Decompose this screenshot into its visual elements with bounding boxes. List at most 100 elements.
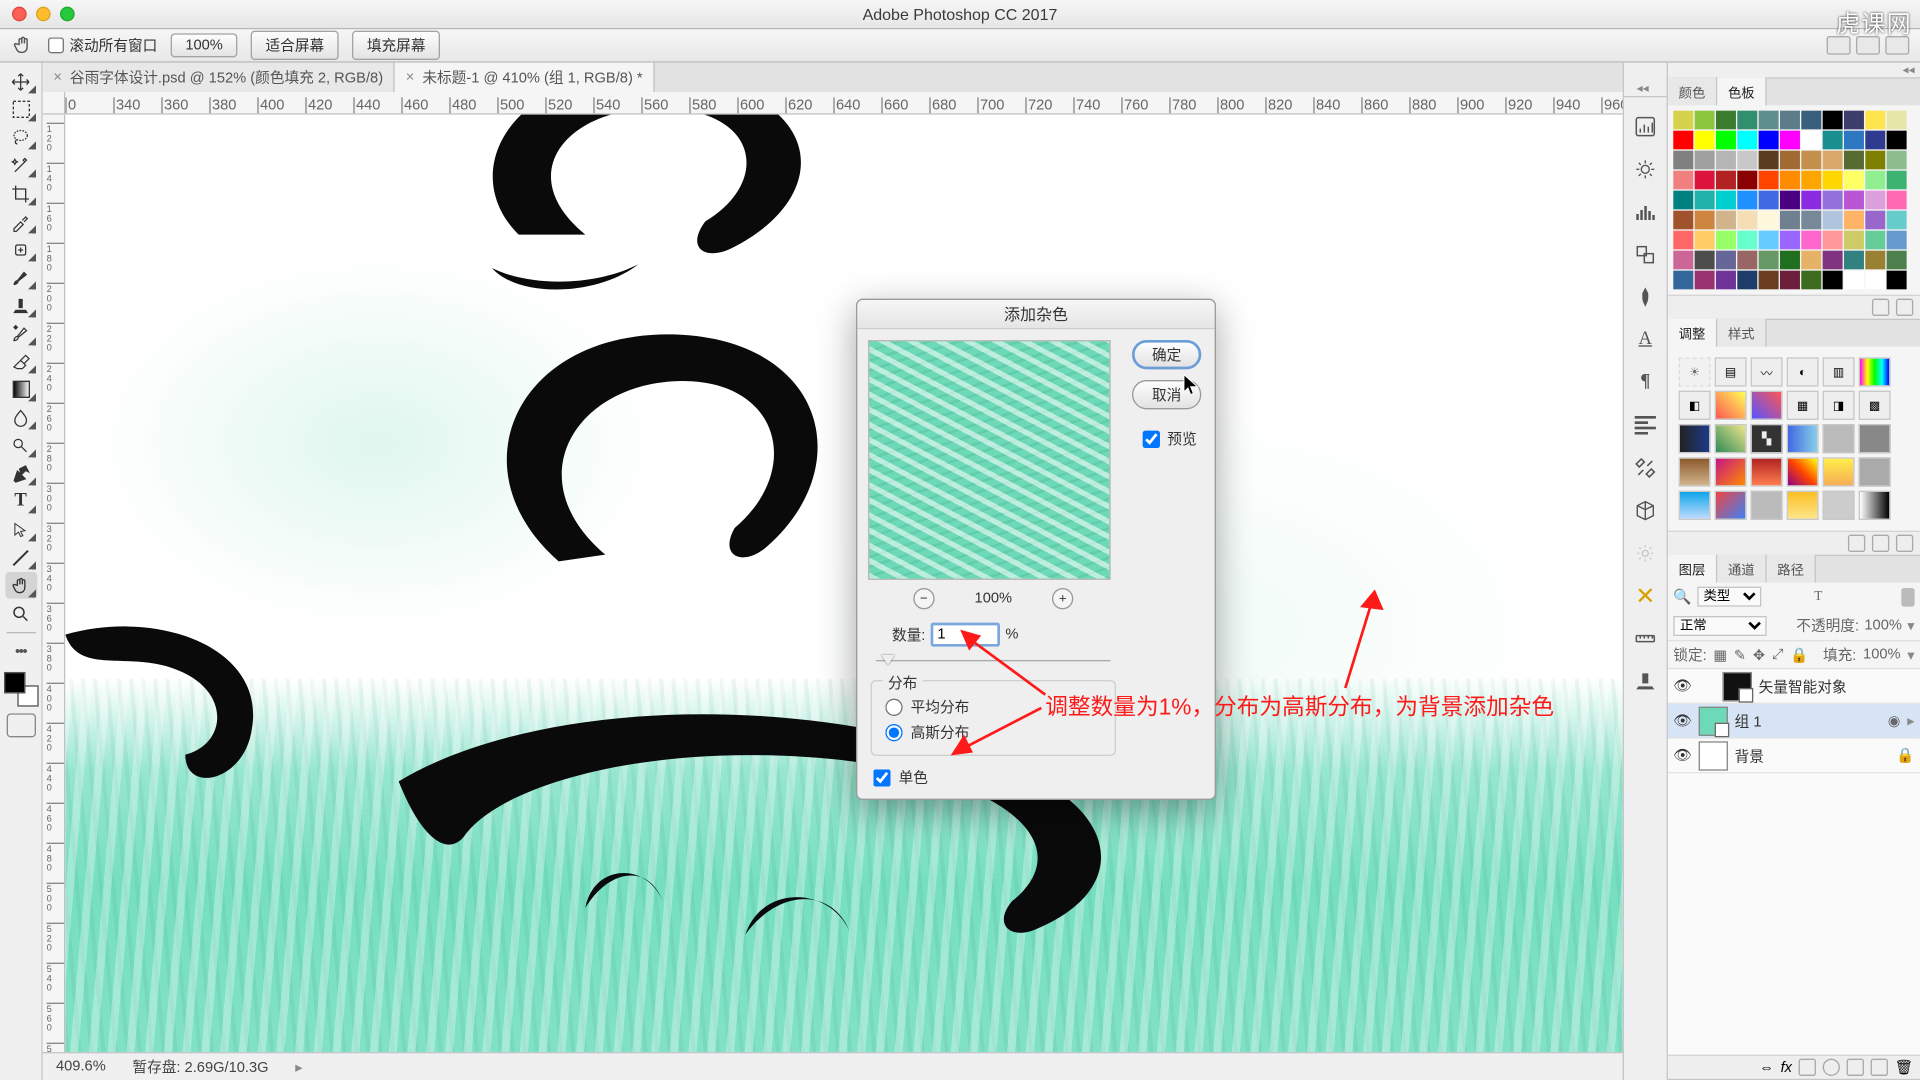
layers-tab[interactable]: 图层 xyxy=(1668,555,1717,583)
adj-grad[interactable] xyxy=(1715,424,1747,453)
swatch[interactable] xyxy=(1865,131,1885,150)
adj-sel[interactable]: ▚ xyxy=(1751,424,1783,453)
smart-filter-icon[interactable]: ◉ xyxy=(1888,712,1901,729)
swatch[interactable] xyxy=(1737,231,1757,250)
swatch[interactable] xyxy=(1844,211,1864,230)
swatch[interactable] xyxy=(1673,271,1693,290)
swatch[interactable] xyxy=(1673,111,1693,130)
swatch[interactable] xyxy=(1695,111,1715,130)
swatch[interactable] xyxy=(1887,151,1907,170)
swatch[interactable] xyxy=(1865,111,1885,130)
dock-cancel-icon[interactable]: ✕ xyxy=(1632,583,1659,610)
dock-3d-icon[interactable] xyxy=(1632,497,1659,524)
adj-r4c6[interactable] xyxy=(1859,457,1891,486)
swatch[interactable] xyxy=(1801,251,1821,270)
swatch[interactable] xyxy=(1801,111,1821,130)
panels-collapse-icon[interactable]: ◂◂ xyxy=(1668,63,1920,79)
swatch[interactable] xyxy=(1695,251,1715,270)
delete-layer-icon[interactable]: 🗑 xyxy=(1895,1059,1914,1076)
swatch[interactable] xyxy=(1716,171,1736,190)
swatch[interactable] xyxy=(1865,171,1885,190)
swatch[interactable] xyxy=(1865,271,1885,290)
swatch[interactable] xyxy=(1673,191,1693,210)
layer-row-group-1[interactable]: 👁 组 1 ◉ ▸ xyxy=(1668,704,1920,739)
swatch[interactable] xyxy=(1737,251,1757,270)
gradient-tool[interactable] xyxy=(5,376,37,403)
swatch[interactable] xyxy=(1887,111,1907,130)
swatch[interactable] xyxy=(1716,211,1736,230)
swatch[interactable] xyxy=(1716,191,1736,210)
swatch[interactable] xyxy=(1716,151,1736,170)
adj-foot-icon-1[interactable] xyxy=(1848,535,1865,552)
foreground-background-colors[interactable] xyxy=(3,672,38,707)
dialog-preview[interactable] xyxy=(868,340,1111,580)
adj-lookup[interactable]: ▦ xyxy=(1787,391,1819,420)
healing-brush-tool[interactable] xyxy=(5,236,37,263)
layer-mask-icon[interactable] xyxy=(1799,1059,1816,1076)
dock-histogram-icon[interactable] xyxy=(1632,113,1659,140)
swatch[interactable] xyxy=(1823,171,1843,190)
swatch[interactable] xyxy=(1844,271,1864,290)
adj-r4c4[interactable] xyxy=(1787,457,1819,486)
close-window-button[interactable] xyxy=(12,7,27,22)
swatch[interactable] xyxy=(1695,171,1715,190)
edit-toolbar-button[interactable]: ••• xyxy=(5,639,37,666)
filter-pixel-icon[interactable] xyxy=(1766,587,1785,606)
swatch[interactable] xyxy=(1844,251,1864,270)
adj-r5c6[interactable] xyxy=(1859,491,1891,520)
swatch[interactable] xyxy=(1780,131,1800,150)
adj-bw[interactable]: ◧ xyxy=(1679,391,1711,420)
swatch[interactable] xyxy=(1887,211,1907,230)
blend-mode-select[interactable]: 正常 xyxy=(1673,615,1766,635)
line-tool[interactable] xyxy=(5,544,37,571)
crop-tool[interactable] xyxy=(5,180,37,207)
swatch[interactable] xyxy=(1695,211,1715,230)
document-tab-1[interactable]: ×谷雨字体设计.psd @ 152% (颜色填充 2, RGB/8) xyxy=(43,63,395,92)
swatch[interactable] xyxy=(1780,251,1800,270)
swatch[interactable] xyxy=(1801,231,1821,250)
fill-screen-button[interactable]: 填充屏幕 xyxy=(352,31,440,60)
clone-stamp-tool[interactable] xyxy=(5,292,37,319)
swatch[interactable] xyxy=(1695,271,1715,290)
dock-levels-icon[interactable] xyxy=(1632,199,1659,226)
swatch[interactable] xyxy=(1780,231,1800,250)
dock-brush-icon[interactable] xyxy=(1632,284,1659,311)
new-fill-icon[interactable] xyxy=(1823,1059,1840,1076)
visibility-toggle-icon[interactable]: 👁 xyxy=(1673,746,1692,765)
swatch[interactable] xyxy=(1737,211,1757,230)
swatch[interactable] xyxy=(1673,151,1693,170)
swatch[interactable] xyxy=(1844,131,1864,150)
swatch[interactable] xyxy=(1887,191,1907,210)
quick-mask-button[interactable] xyxy=(6,713,35,737)
paths-tab[interactable]: 路径 xyxy=(1767,555,1816,583)
new-layer-icon[interactable] xyxy=(1871,1059,1888,1076)
swatch[interactable] xyxy=(1823,251,1843,270)
swatch[interactable] xyxy=(1737,271,1757,290)
lock-paint-icon[interactable]: ✎ xyxy=(1734,646,1746,663)
color-tab[interactable]: 颜色 xyxy=(1668,77,1717,105)
minimize-window-button[interactable] xyxy=(36,7,51,22)
swatch[interactable] xyxy=(1801,211,1821,230)
filter-adj-icon[interactable] xyxy=(1790,587,1809,606)
swatch[interactable] xyxy=(1801,271,1821,290)
swatch[interactable] xyxy=(1716,111,1736,130)
dock-measure-icon[interactable] xyxy=(1632,625,1659,652)
history-brush-tool[interactable] xyxy=(5,320,37,347)
swatch[interactable] xyxy=(1823,211,1843,230)
link-layers-icon[interactable]: ⇔ xyxy=(1759,1059,1774,1075)
swatch[interactable] xyxy=(1887,171,1907,190)
move-tool[interactable] xyxy=(5,68,37,95)
adj-r5c4[interactable] xyxy=(1787,491,1819,520)
ruler-origin[interactable] xyxy=(43,92,66,115)
swatch[interactable] xyxy=(1737,191,1757,210)
swatch[interactable] xyxy=(1865,151,1885,170)
filter-toggle[interactable] xyxy=(1901,587,1914,606)
swatch[interactable] xyxy=(1673,131,1693,150)
dock-swap-icon[interactable] xyxy=(1632,241,1659,268)
lock-nest-icon[interactable]: ⤢ xyxy=(1772,646,1784,663)
swatch[interactable] xyxy=(1673,231,1693,250)
adj-r4c3[interactable] xyxy=(1751,457,1783,486)
adj-r4c2[interactable] xyxy=(1715,457,1747,486)
dock-sun-icon[interactable] xyxy=(1632,540,1659,567)
type-tool[interactable]: T xyxy=(5,488,37,515)
